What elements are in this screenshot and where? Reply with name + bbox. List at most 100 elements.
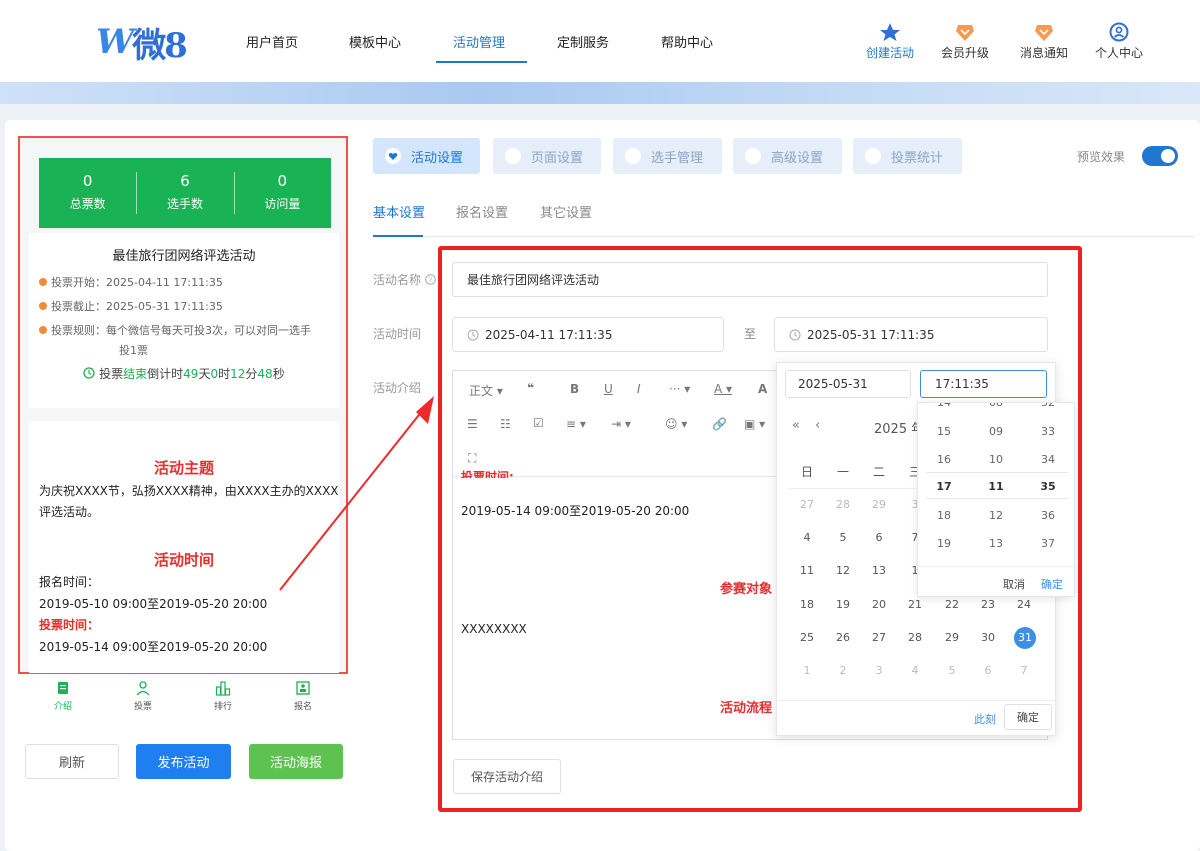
vote-time-value: 2019-05-14 09:00至2019-05-20 20:00 bbox=[39, 640, 268, 654]
bullet-dot bbox=[39, 278, 47, 286]
vote-start-row: 投票开始：2025-04-11 17:11:35 bbox=[39, 273, 223, 293]
stat-contestants: 6 选手数 bbox=[136, 158, 233, 228]
refresh-button[interactable]: 刷新 bbox=[25, 744, 119, 779]
vote-start-text: 投票开始：2025-04-11 17:11:35 bbox=[51, 276, 223, 289]
vote-end-row: 投票截止：2025-05-31 17:11:35 bbox=[39, 297, 223, 317]
person-icon bbox=[136, 681, 150, 696]
tab-label: 活动设置 bbox=[411, 150, 464, 166]
countdown-minutes: 12 bbox=[230, 367, 246, 381]
nav-help[interactable]: 帮助中心 bbox=[661, 32, 713, 51]
ranking-icon bbox=[215, 681, 231, 696]
tab-label: 投票 bbox=[133, 702, 152, 712]
nav-custom-service[interactable]: 定制服务 bbox=[557, 32, 609, 51]
stat-value: 0 bbox=[277, 172, 288, 190]
member-upgrade-button[interactable]: 会员升级 bbox=[935, 22, 995, 61]
notifications-button[interactable]: 消息通知 bbox=[1014, 22, 1074, 61]
stat-label: 访问量 bbox=[264, 197, 301, 211]
brand-logo[interactable]: W 微8 bbox=[96, 22, 188, 66]
annotation-arrow bbox=[279, 396, 434, 591]
publish-button[interactable]: 发布活动 bbox=[136, 744, 231, 779]
stat-label: 选手数 bbox=[166, 197, 203, 211]
tab-advanced-settings[interactable]: 高级设置 bbox=[733, 138, 842, 174]
subtab-active-underline bbox=[373, 235, 423, 237]
settings-icon bbox=[745, 148, 761, 164]
subtab-basic[interactable]: 基本设置 bbox=[373, 202, 425, 221]
countdown-unit: 天 bbox=[198, 367, 211, 381]
countdown-unit: 分 bbox=[245, 367, 258, 381]
vote-rule-row-2: 投1票 bbox=[119, 341, 148, 361]
tab-contestant-management[interactable]: 选手管理 bbox=[613, 138, 722, 174]
header-banner bbox=[0, 82, 1200, 104]
tab-vote[interactable]: 投票 bbox=[103, 680, 183, 720]
notifications-label: 消息通知 bbox=[1019, 46, 1068, 60]
vote-end-text: 投票截止：2025-05-31 17:11:35 bbox=[51, 300, 223, 313]
countdown-unit: 秒 bbox=[272, 367, 285, 381]
tab-label: 介绍 bbox=[53, 702, 72, 712]
vote-time-label: 投票时间： bbox=[39, 618, 100, 632]
intro-label: 活动介绍 bbox=[373, 381, 422, 395]
countdown-middle: 倒计时 bbox=[147, 367, 184, 381]
user-icon bbox=[1109, 22, 1129, 42]
signup-icon bbox=[296, 681, 310, 695]
countdown-prefix: 投票 bbox=[99, 367, 124, 381]
bullet-dot bbox=[39, 326, 47, 334]
stat-visits: 0 访问量 bbox=[233, 158, 331, 228]
preview-toggle[interactable] bbox=[1142, 146, 1178, 166]
preview-info: 最佳旅行团网络评选活动 投票开始：2025-04-11 17:11:35 投票截… bbox=[29, 233, 339, 408]
tab-ranking[interactable]: 排行 bbox=[183, 680, 263, 720]
name-label: 活动名称 ? bbox=[373, 271, 436, 288]
badge-icon bbox=[1035, 25, 1053, 41]
stat-total-votes: 0 总票数 bbox=[39, 158, 136, 228]
countdown-hours: 0 bbox=[210, 367, 219, 381]
tab-signup[interactable]: 报名 bbox=[263, 680, 343, 720]
vote-rule-row: 投票规则：每个微信号每天可投3次，可以对同一选手 bbox=[39, 321, 311, 341]
subtab-other[interactable]: 其它设置 bbox=[540, 202, 592, 221]
tab-vote-statistics[interactable]: 投票统计 bbox=[853, 138, 962, 174]
help-icon: ? bbox=[425, 274, 436, 285]
stat-label: 总票数 bbox=[69, 197, 106, 211]
tab-activity-settings[interactable]: 活动设置 bbox=[373, 138, 480, 174]
tab-page-settings[interactable]: 页面设置 bbox=[493, 138, 601, 174]
create-activity-button[interactable]: 创建活动 bbox=[860, 22, 920, 61]
countdown-unit: 时 bbox=[218, 367, 231, 381]
nav-templates[interactable]: 模板中心 bbox=[349, 32, 401, 51]
countdown-status: 结束 bbox=[123, 367, 148, 381]
bullet-dot bbox=[39, 302, 47, 310]
tab-label: 排行 bbox=[213, 702, 232, 712]
subtab-divider bbox=[373, 236, 1195, 237]
countdown: 投票结束倒计时49天0时12分48秒 bbox=[29, 365, 339, 382]
nav-home[interactable]: 用户首页 bbox=[246, 32, 298, 51]
poster-button[interactable]: 活动海报 bbox=[249, 744, 343, 779]
preview-toggle-label: 预览效果 bbox=[1077, 150, 1126, 164]
countdown-days: 49 bbox=[183, 367, 199, 381]
user-center-button[interactable]: 个人中心 bbox=[1089, 22, 1149, 61]
logo-w: W bbox=[96, 22, 134, 62]
person-icon bbox=[625, 148, 641, 164]
nav-activity-management[interactable]: 活动管理 bbox=[453, 32, 505, 51]
chart-icon bbox=[865, 148, 881, 164]
member-upgrade-label: 会员升级 bbox=[940, 46, 989, 60]
stat-value: 0 bbox=[82, 172, 93, 190]
stats-box: 0 总票数 6 选手数 0 访问量 bbox=[39, 158, 331, 228]
vote-rule-text-2: 投1票 bbox=[119, 344, 148, 357]
preview-bottom-tabs: 介绍 投票 排行 报名 bbox=[23, 680, 343, 720]
top-navigation: W 微8 用户首页 模板中心 活动管理 定制服务 帮助中心 创建活动 会员升级 消… bbox=[0, 0, 1200, 82]
tab-label: 页面设置 bbox=[531, 150, 584, 166]
page-icon bbox=[505, 148, 521, 164]
heart-icon bbox=[385, 148, 401, 164]
tab-label: 高级设置 bbox=[771, 150, 824, 166]
user-center-label: 个人中心 bbox=[1094, 46, 1143, 60]
nav-active-underline bbox=[436, 61, 527, 63]
countdown-seconds: 48 bbox=[257, 367, 273, 381]
highlight-annotation-box bbox=[438, 246, 1082, 812]
logo-text: 微8 bbox=[132, 25, 188, 66]
crown-badge-icon bbox=[956, 25, 974, 41]
stat-value: 6 bbox=[180, 172, 190, 190]
tab-intro[interactable]: 介绍 bbox=[23, 680, 103, 720]
svg-text:?: ? bbox=[428, 276, 432, 284]
star-icon bbox=[880, 23, 900, 41]
create-activity-label: 创建活动 bbox=[865, 46, 914, 60]
time-label: 活动时间 bbox=[373, 327, 422, 341]
subtab-signup[interactable]: 报名设置 bbox=[456, 202, 508, 221]
vote-rule-text: 投票规则：每个微信号每天可投3次，可以对同一选手 bbox=[51, 324, 311, 337]
